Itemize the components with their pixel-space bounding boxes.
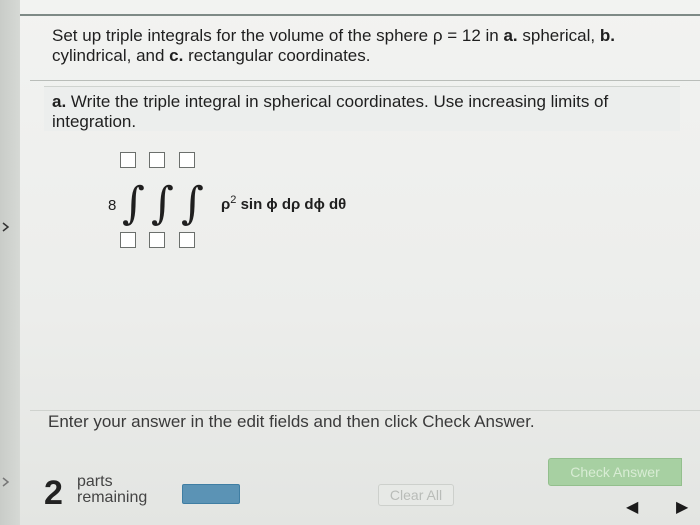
integrand-differentials: sin ϕ dρ dϕ dθ <box>236 196 347 213</box>
integrand-rho: ρ <box>221 196 231 213</box>
chevron-right-icon[interactable] <box>0 476 12 488</box>
chevron-right-icon[interactable] <box>0 221 12 233</box>
question-part-label: c. <box>169 46 184 65</box>
integrand: ρ2 sin ϕ dρ dϕ dθ <box>221 194 346 213</box>
question-text-part: spherical, <box>517 26 600 45</box>
lower-limit-input-2[interactable] <box>149 232 165 248</box>
question-text-part: rectangular coordinates. <box>183 46 371 65</box>
divider <box>30 80 700 81</box>
integral-sign-2: ∫ <box>151 178 174 229</box>
integral-coefficient: 8 <box>108 197 117 214</box>
upper-limit-input-2[interactable] <box>149 152 165 168</box>
check-answer-button[interactable]: Check Answer <box>548 458 682 486</box>
divider <box>30 410 700 411</box>
subquestion-body: Write the triple integral in spherical c… <box>52 92 609 131</box>
lower-limit-input-1[interactable] <box>120 232 136 248</box>
question-part-label: a. <box>503 26 518 45</box>
parts-label-line2: remaining <box>77 489 148 506</box>
clear-all-button[interactable]: Clear All <box>378 484 454 506</box>
question-text-part: cylindrical, and <box>52 46 170 65</box>
question-part-label: b. <box>599 26 615 45</box>
progress-bar <box>182 484 240 504</box>
parts-remaining-label: parts remaining <box>77 474 147 506</box>
question-text: Set up triple integrals for the volume o… <box>52 26 662 66</box>
question-text-part: Set up triple integrals for the volume o… <box>52 26 504 45</box>
subquestion-label: a. <box>52 92 67 111</box>
instruction-text: Enter your answer in the edit fields and… <box>48 412 535 431</box>
integral-sign-3: ∫ <box>181 178 204 229</box>
parts-label-line1: parts <box>77 473 113 490</box>
arrow-right-icon[interactable]: ▶ <box>676 497 688 517</box>
parts-remaining-count: 2 <box>44 474 63 512</box>
left-nav-strip <box>0 0 20 525</box>
lower-limit-input-3[interactable] <box>179 232 195 248</box>
question-panel <box>20 0 700 525</box>
arrow-left-icon[interactable]: ◀ <box>626 497 638 517</box>
upper-limit-input-1[interactable] <box>120 152 136 168</box>
divider <box>20 14 700 16</box>
subquestion-text: a. Write the triple integral in spherica… <box>52 92 662 132</box>
upper-limit-input-3[interactable] <box>179 152 195 168</box>
triple-integral: 8 ∫ ∫ ∫ ρ2 sin ϕ dρ dϕ dθ <box>95 150 395 260</box>
integral-sign-1: ∫ <box>122 178 145 229</box>
